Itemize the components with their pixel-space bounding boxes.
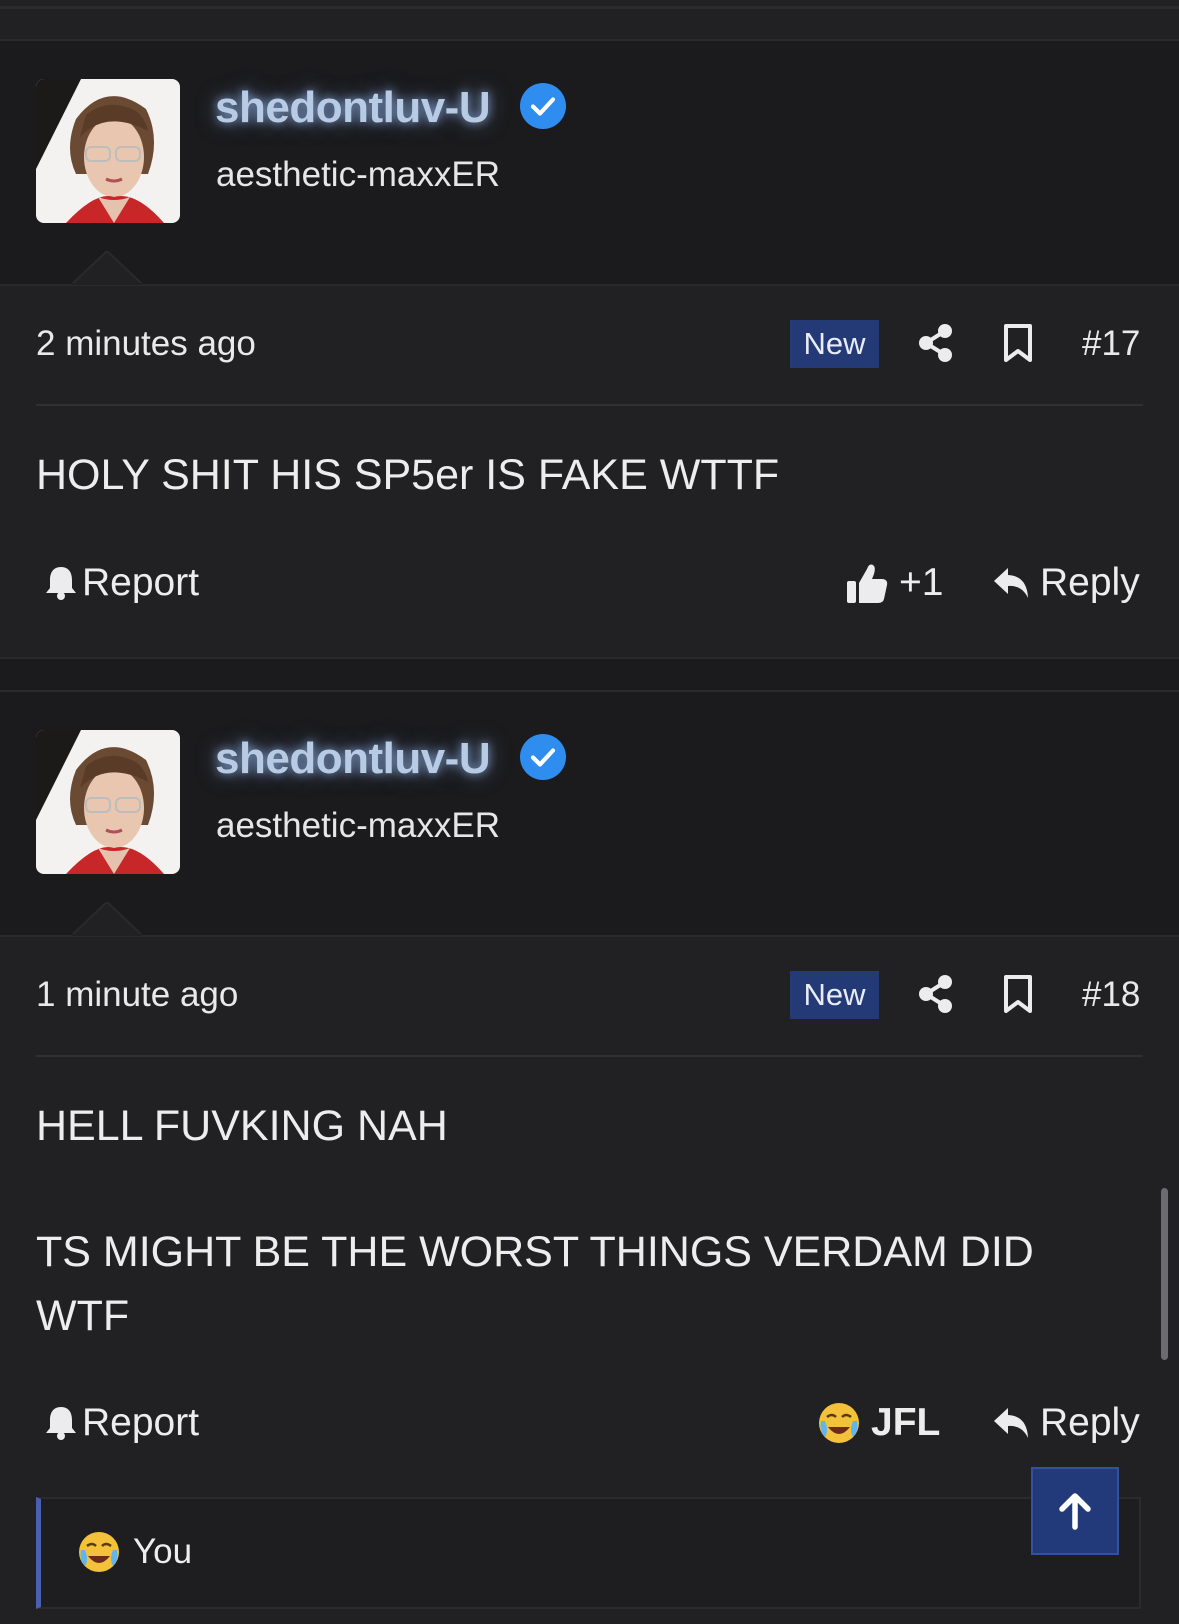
reply-icon bbox=[994, 1408, 1028, 1438]
divider bbox=[36, 1055, 1143, 1057]
crying-face-icon bbox=[819, 1403, 859, 1443]
report-label: Report bbox=[82, 561, 200, 604]
reaction-label: +1 bbox=[899, 561, 944, 604]
top-divider bbox=[0, 6, 1179, 9]
bookmark-icon[interactable] bbox=[1003, 974, 1033, 1014]
post-body: HELL FUVKING NAH TS MIGHT BE THE WORST T… bbox=[36, 1094, 1126, 1348]
reply-button[interactable]: Reply bbox=[992, 1388, 1140, 1458]
post-time[interactable]: 2 minutes ago bbox=[36, 324, 256, 364]
report-button[interactable]: Report bbox=[44, 1388, 199, 1458]
new-badge: New bbox=[790, 320, 879, 368]
scrollbar[interactable] bbox=[1161, 1188, 1168, 1360]
bell-icon bbox=[46, 1407, 76, 1440]
report-label: Report bbox=[82, 1401, 200, 1444]
reaction-button[interactable]: +1 bbox=[845, 548, 943, 618]
post-author-header: shedontluv-U aesthetic-maxxER bbox=[0, 690, 1179, 937]
post-number[interactable]: #17 bbox=[1082, 324, 1140, 364]
thumbs-up-icon bbox=[847, 564, 888, 603]
arrow-up-icon bbox=[1059, 1493, 1091, 1530]
crying-face-icon bbox=[79, 1532, 119, 1572]
reaction-summary-label: You bbox=[133, 1532, 193, 1571]
post-actions: Report +1 Reply bbox=[0, 548, 1179, 618]
reaction-label: JFL bbox=[871, 1401, 941, 1444]
post-number[interactable]: #18 bbox=[1082, 975, 1140, 1015]
divider bbox=[36, 404, 1143, 406]
report-button[interactable]: Report bbox=[44, 548, 199, 618]
share-icon[interactable] bbox=[918, 323, 954, 363]
post-body-line: WTF bbox=[36, 1292, 130, 1340]
user-title: aesthetic-maxxER bbox=[216, 806, 500, 845]
user-title: aesthetic-maxxER bbox=[216, 155, 500, 194]
post-meta-row: 1 minute ago New #18 bbox=[0, 934, 1179, 1054]
reply-label: Reply bbox=[1040, 1401, 1140, 1444]
reaction-button[interactable]: JFL bbox=[817, 1388, 940, 1458]
post-time[interactable]: 1 minute ago bbox=[36, 975, 238, 1015]
verified-badge-icon bbox=[520, 734, 566, 780]
reply-button[interactable]: Reply bbox=[992, 548, 1140, 618]
username[interactable]: shedontluv-U bbox=[215, 83, 491, 133]
verified-badge-icon bbox=[520, 83, 566, 129]
post-author-header: shedontluv-U aesthetic-maxxER bbox=[0, 39, 1179, 286]
share-icon[interactable] bbox=[918, 974, 954, 1014]
post-body: HOLY SHIT HIS SP5er IS FAKE WTTF bbox=[36, 443, 1126, 507]
bookmark-icon[interactable] bbox=[1003, 323, 1033, 363]
username[interactable]: shedontluv-U bbox=[215, 734, 491, 784]
reply-label: Reply bbox=[1040, 561, 1140, 604]
reactions-bar[interactable]: You bbox=[36, 1497, 1141, 1609]
post-body-line: TS MIGHT BE THE WORST THINGS VERDAM DID bbox=[36, 1228, 1034, 1276]
post-body-line: HELL FUVKING NAH bbox=[36, 1102, 448, 1150]
avatar[interactable] bbox=[36, 79, 180, 223]
scroll-to-top-button[interactable] bbox=[1031, 1467, 1119, 1555]
post-separator bbox=[0, 657, 1179, 693]
post-meta-row: 2 minutes ago New #17 bbox=[0, 283, 1179, 403]
post-actions: Report JFL Reply bbox=[0, 1388, 1179, 1458]
bell-icon bbox=[46, 567, 76, 600]
avatar[interactable] bbox=[36, 730, 180, 874]
post-body-line: HOLY SHIT HIS SP5er IS FAKE WTTF bbox=[36, 451, 780, 499]
reply-icon bbox=[994, 568, 1028, 598]
new-badge: New bbox=[790, 971, 879, 1019]
reaction-summary[interactable]: You bbox=[77, 1499, 192, 1605]
